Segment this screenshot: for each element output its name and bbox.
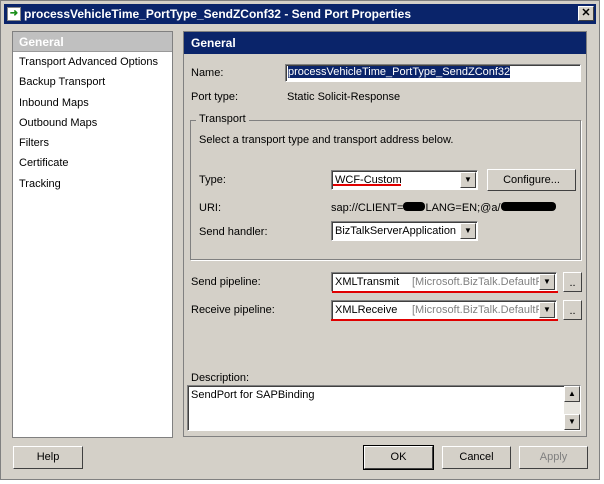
red-underline xyxy=(331,319,558,321)
scroll-up-icon[interactable]: ▲ xyxy=(564,386,580,402)
red-underline xyxy=(333,184,401,186)
type-label: Type: xyxy=(199,174,226,186)
nav-item-certificate[interactable]: Certificate xyxy=(13,153,172,173)
receive-pipeline-assembly: [Microsoft.BizTalk.DefaultPip xyxy=(412,304,552,316)
navigation-list: General Transport Advanced Options Backu… xyxy=(12,31,173,438)
name-label: Name: xyxy=(191,67,224,79)
apply-button[interactable]: Apply xyxy=(519,446,588,469)
app-icon: ➜ xyxy=(7,7,21,21)
type-select[interactable]: WCF-Custom ▼ xyxy=(331,170,478,190)
description-textarea[interactable]: SendPort for SAPBinding ▲ ▼ xyxy=(187,385,581,431)
nav-item-general[interactable]: General xyxy=(13,32,172,52)
receive-pipeline-value: XMLReceive xyxy=(335,304,398,316)
cancel-button[interactable]: Cancel xyxy=(442,446,511,469)
scroll-down-icon[interactable]: ▼ xyxy=(564,414,580,430)
description-label: Description: xyxy=(191,372,250,384)
description-value: SendPort for SAPBinding xyxy=(191,389,315,401)
nav-item-inbound-maps[interactable]: Inbound Maps xyxy=(13,93,172,113)
chevron-down-icon[interactable]: ▼ xyxy=(539,302,555,318)
name-value: processVehicleTime_PortType_SendZConf32 xyxy=(288,66,511,78)
chevron-down-icon[interactable]: ▼ xyxy=(460,223,476,239)
transport-group-title: Transport xyxy=(196,113,249,125)
uri-label: URI: xyxy=(199,202,221,214)
send-handler-value: BizTalkServerApplication xyxy=(335,225,457,237)
send-pipeline-select[interactable]: XMLTransmit [Microsoft.BizTalk.DefaultPip… xyxy=(331,272,557,292)
name-input[interactable]: processVehicleTime_PortType_SendZConf32 xyxy=(285,64,581,82)
send-pipeline-browse-button[interactable]: .. xyxy=(563,272,582,292)
chevron-down-icon[interactable]: ▼ xyxy=(539,274,555,290)
close-button[interactable]: ✕ xyxy=(578,6,594,21)
help-button[interactable]: Help xyxy=(13,446,83,469)
scrollbar[interactable]: ▲ ▼ xyxy=(564,386,580,430)
receive-pipeline-label: Receive pipeline: xyxy=(191,304,275,316)
window-title: processVehicleTime_PortType_SendZConf32 … xyxy=(24,7,412,21)
ok-button[interactable]: OK xyxy=(363,445,434,470)
receive-pipeline-browse-button[interactable]: .. xyxy=(563,300,582,320)
receive-pipeline-select[interactable]: XMLReceive [Microsoft.BizTalk.DefaultPip ▼ xyxy=(331,300,557,320)
chevron-down-icon[interactable]: ▼ xyxy=(460,172,476,188)
send-pipeline-assembly: [Microsoft.BizTalk.DefaultPip xyxy=(412,276,552,288)
send-handler-label: Send handler: xyxy=(199,226,268,238)
send-handler-select[interactable]: BizTalkServerApplication ▼ xyxy=(331,221,478,241)
send-pipeline-value: XMLTransmit xyxy=(335,276,400,288)
transport-hint: Select a transport type and transport ad… xyxy=(199,134,454,146)
panel-header: General xyxy=(184,32,586,54)
port-type-label: Port type: xyxy=(191,91,239,103)
configure-button[interactable]: Configure... xyxy=(487,169,576,191)
send-pipeline-label: Send pipeline: xyxy=(191,276,261,288)
red-underline xyxy=(332,291,558,293)
uri-value: sap://CLIENT= LANG=EN;@a/ xyxy=(331,202,556,214)
nav-item-outbound-maps[interactable]: Outbound Maps xyxy=(13,113,172,133)
nav-item-filters[interactable]: Filters xyxy=(13,133,172,153)
port-type-value: Static Solicit-Response xyxy=(287,91,401,103)
title-bar: ➜ processVehicleTime_PortType_SendZConf3… xyxy=(4,4,596,24)
nav-item-tracking[interactable]: Tracking xyxy=(13,174,172,194)
nav-item-backup-transport[interactable]: Backup Transport xyxy=(13,72,172,92)
nav-item-transport-advanced-options[interactable]: Transport Advanced Options xyxy=(13,52,172,72)
